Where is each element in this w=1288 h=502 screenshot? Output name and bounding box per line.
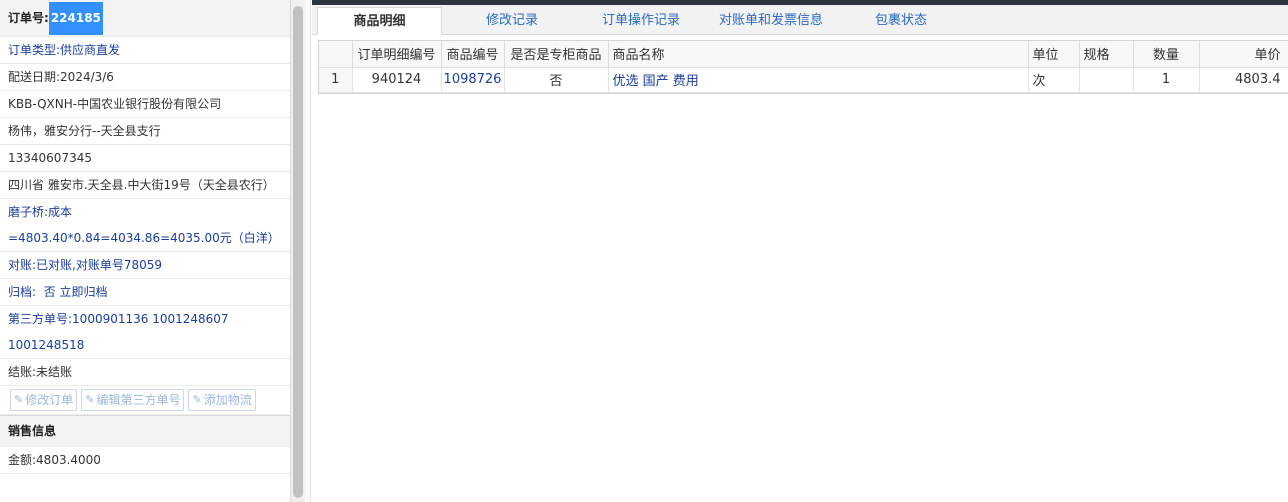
- order-number-row: 订单号: 224185: [0, 0, 290, 37]
- column-header-detail-no[interactable]: 订单明细编号: [352, 41, 442, 68]
- contact-row: 杨伟，雅安分行--天全县支行: [0, 118, 290, 145]
- order-detail-window: 订单号: 224185 订单类型:供应商直发 配送日期:2024/3/6 KBB…: [0, 0, 1288, 502]
- sales-info-header: 销售信息: [0, 415, 290, 447]
- edit-third-party-label: 编辑第三方单号: [96, 393, 181, 407]
- phone-number: 13340607345: [8, 151, 92, 165]
- column-header-counter[interactable]: 是否是专柜商品: [504, 41, 609, 68]
- customer-name: KBB-QXNH-中国农业银行股份有限公司: [8, 97, 222, 111]
- edit-icon: ✎: [14, 393, 24, 406]
- tab-bar: 商品明细 修改记录 订单操作记录 对账单和发票信息 包裹状态: [312, 5, 1288, 35]
- column-header-unit[interactable]: 单位: [1028, 41, 1080, 68]
- add-logistics-button[interactable]: ✎ 添加物流: [188, 389, 256, 411]
- reconcile-status: 对账:已对账,对账单号78059: [8, 258, 163, 272]
- action-buttons-row: ✎ 修改订单 ✎ 编辑第三方单号 ✎ 添加物流: [0, 386, 290, 415]
- order-type-row: 订单类型:供应商直发: [0, 37, 290, 64]
- product-table: 订单明细编号 商品编号 是否是专柜商品 商品名称 单位 规格 数量 单价 1 9…: [319, 41, 1288, 93]
- table-header-row: 订单明细编号 商品编号 是否是专柜商品 商品名称 单位 规格 数量 单价: [319, 41, 1288, 68]
- customer-row: KBB-QXNH-中国农业银行股份有限公司: [0, 91, 290, 118]
- order-type: 订单类型:供应商直发: [8, 43, 121, 57]
- delivery-date-row: 配送日期:2024/3/6: [0, 64, 290, 91]
- detail-no-cell: 940124: [352, 67, 442, 93]
- unit-cell: 次: [1028, 67, 1080, 93]
- column-header-rownum: [319, 41, 353, 68]
- archive-status[interactable]: 归档: 否 立即归档: [8, 279, 108, 305]
- row-number: 1: [319, 67, 353, 93]
- column-header-product-no[interactable]: 商品编号: [441, 41, 505, 68]
- third-party-row: 第三方单号:1000901136 1001248607 1001248518: [0, 306, 290, 359]
- order-number-value[interactable]: 224185: [48, 1, 103, 35]
- detail-panel: 商品明细 修改记录 订单操作记录 对账单和发票信息 包裹状态 订单明细编号 商品…: [312, 0, 1288, 502]
- order-number-label: 订单号:: [8, 11, 49, 25]
- product-detail-grid: 订单明细编号 商品编号 是否是专柜商品 商品名称 单位 规格 数量 单价 1 9…: [318, 40, 1288, 94]
- edit-icon: ✎: [85, 393, 95, 406]
- column-header-product-name[interactable]: 商品名称: [608, 41, 1029, 68]
- sales-amount: 金额:4803.4000: [8, 453, 101, 467]
- tab-product-details[interactable]: 商品明细: [317, 7, 442, 35]
- table-row[interactable]: 1 940124 1098726 否 优选 国产 费用 次 1 4803.4: [319, 67, 1288, 93]
- sales-amount-row: 金额:4803.4000: [0, 447, 290, 474]
- column-header-unit-price[interactable]: 单价: [1199, 41, 1288, 68]
- tab-change-log[interactable]: 修改记录: [452, 7, 572, 35]
- reconcile-row: 对账:已对账,对账单号78059: [0, 252, 290, 279]
- quantity-cell: 1: [1133, 67, 1200, 93]
- edit-icon: ✎: [192, 393, 202, 406]
- delivery-date: 配送日期:2024/3/6: [8, 70, 114, 84]
- tab-package-status[interactable]: 包裹状态: [842, 7, 960, 35]
- panel-splitter[interactable]: [305, 0, 311, 502]
- sales-info-title: 销售信息: [8, 424, 57, 438]
- archive-row: 归档: 否 立即归档: [0, 279, 290, 306]
- tab-statement-invoice[interactable]: 对账单和发票信息: [710, 7, 832, 35]
- unit-price-cell: 4803.4: [1199, 67, 1288, 93]
- product-name-link[interactable]: 优选 国产 费用: [608, 67, 1029, 93]
- phone-row: 13340607345: [0, 145, 290, 172]
- edit-order-button[interactable]: ✎ 修改订单: [10, 389, 78, 411]
- address: 四川省 雅安市.天全县.中大街19号（天全县农行）: [8, 178, 275, 192]
- tab-order-operations[interactable]: 订单操作记录: [582, 7, 700, 35]
- spec-cell: [1079, 67, 1134, 93]
- cost-row: 磨子桥:成本=4803.40*0.84=4034.86=4035.00元（白洋）: [0, 199, 290, 252]
- settle-row: 结账:未结账: [0, 359, 290, 386]
- third-party-numbers: 第三方单号:1000901136 1001248607 1001248518: [8, 312, 229, 352]
- order-info-panel: 订单号: 224185 订单类型:供应商直发 配送日期:2024/3/6 KBB…: [0, 0, 291, 502]
- column-header-spec[interactable]: 规格: [1079, 41, 1134, 68]
- left-panel-scrollbar[interactable]: [291, 0, 305, 502]
- counter-cell: 否: [504, 67, 609, 93]
- address-row: 四川省 雅安市.天全县.中大街19号（天全县农行）: [0, 172, 290, 199]
- add-logistics-label: 添加物流: [203, 393, 252, 407]
- product-no-link[interactable]: 1098726: [441, 67, 505, 93]
- edit-order-label: 修改订单: [25, 393, 74, 407]
- column-header-quantity[interactable]: 数量: [1133, 41, 1200, 68]
- settle-status: 结账:未结账: [8, 365, 73, 379]
- edit-third-party-button[interactable]: ✎ 编辑第三方单号: [81, 389, 185, 411]
- scrollbar-thumb[interactable]: [293, 6, 303, 498]
- contact-name: 杨伟，雅安分行--天全县支行: [8, 124, 161, 138]
- cost-info: 磨子桥:成本=4803.40*0.84=4034.86=4035.00元（白洋）: [8, 205, 280, 245]
